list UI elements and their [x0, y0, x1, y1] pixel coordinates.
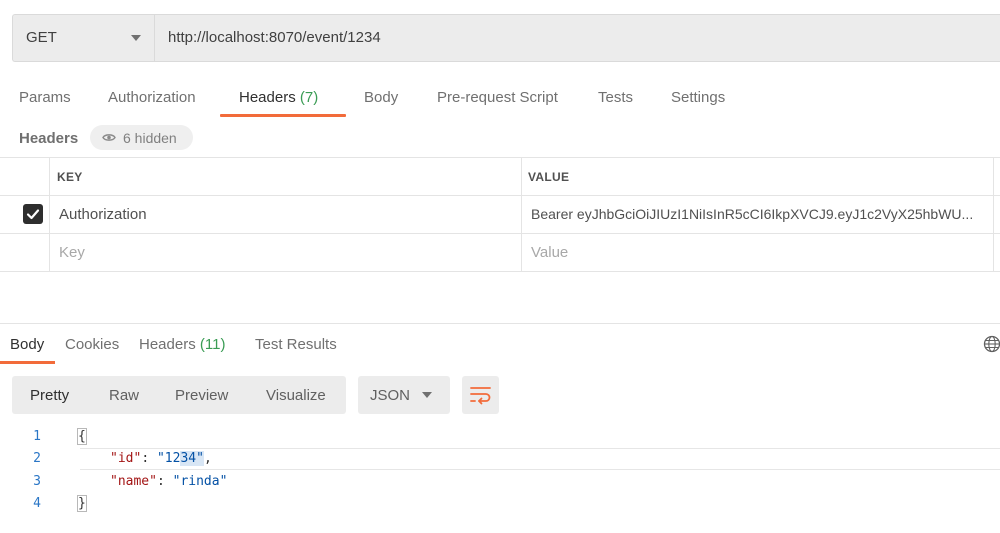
tab-headers-label: Headers — [239, 89, 296, 106]
format-label: JSON — [370, 387, 411, 404]
line-number: 1 — [33, 429, 41, 444]
json-key: "name" — [110, 474, 157, 489]
table-col-divider — [993, 157, 994, 272]
globe-icon[interactable] — [983, 335, 1000, 353]
json-close-brace: } — [77, 495, 87, 512]
response-tab-test-results[interactable]: Test Results — [255, 336, 337, 353]
table-divider — [0, 157, 1000, 158]
tab-params[interactable]: Params — [19, 89, 71, 106]
json-open-brace: { — [77, 428, 87, 445]
tab-pre-request-script[interactable]: Pre-request Script — [437, 89, 558, 106]
wrap-lines-button[interactable] — [462, 376, 499, 414]
response-tab-headers[interactable]: Headers (11) — [139, 336, 225, 353]
wrap-lines-icon — [470, 387, 491, 405]
method-label: GET — [26, 29, 57, 46]
view-raw[interactable]: Raw — [109, 387, 139, 404]
header-value-cell[interactable]: Bearer eyJhbGciOiJIUzI1NiIsInR5cCI6IkpXV… — [531, 206, 987, 222]
view-visualize[interactable]: Visualize — [266, 387, 326, 404]
json-value-part: "12 — [156, 451, 181, 466]
active-response-tab-indicator — [0, 361, 55, 364]
tab-tests[interactable]: Tests — [598, 89, 633, 106]
method-select[interactable]: GET — [13, 15, 155, 61]
headers-section-title: Headers — [19, 130, 79, 147]
hidden-headers-label: 6 hidden — [123, 130, 177, 146]
response-tab-headers-count: (11) — [199, 336, 226, 353]
new-value-input[interactable]: Value — [531, 244, 568, 261]
hidden-headers-toggle[interactable]: 6 hidden — [90, 125, 193, 150]
tab-authorization[interactable]: Authorization — [108, 89, 196, 106]
eye-icon — [102, 134, 116, 141]
json-line-id[interactable]: "id": "1234", — [110, 451, 212, 466]
header-key-cell[interactable]: Authorization — [59, 206, 147, 223]
chevron-down-icon — [422, 392, 432, 398]
table-divider — [0, 271, 1000, 272]
line-number: 4 — [33, 496, 41, 511]
tab-headers[interactable]: Headers (7) — [239, 89, 318, 106]
response-tab-cookies[interactable]: Cookies — [65, 336, 119, 353]
table-col-divider — [49, 157, 50, 272]
format-select[interactable]: JSON — [358, 376, 450, 414]
json-selected-value: 34" — [180, 451, 204, 466]
column-header-key: KEY — [57, 170, 83, 184]
line-number: 3 — [33, 474, 41, 489]
tab-settings[interactable]: Settings — [671, 89, 725, 106]
column-header-value: VALUE — [528, 170, 570, 184]
json-value: "rinda" — [172, 474, 228, 489]
url-input[interactable]: http://localhost:8070/event/1234 — [168, 29, 381, 46]
response-tab-body[interactable]: Body — [10, 336, 44, 353]
new-key-input[interactable]: Key — [59, 244, 85, 261]
table-divider — [0, 195, 1000, 196]
line-number: 2 — [33, 451, 41, 466]
view-mode-selector: Pretty Raw Preview Visualize — [12, 376, 346, 414]
table-col-divider — [521, 157, 522, 272]
tab-body[interactable]: Body — [364, 89, 398, 106]
current-line-highlight — [80, 448, 1000, 470]
json-key: "id" — [110, 451, 142, 466]
chevron-down-icon — [131, 35, 141, 41]
table-divider — [0, 233, 1000, 234]
view-pretty[interactable]: Pretty — [30, 387, 69, 404]
response-tab-headers-label: Headers — [139, 336, 196, 353]
active-tab-indicator — [220, 114, 346, 117]
response-divider — [0, 323, 1000, 324]
view-preview[interactable]: Preview — [175, 387, 228, 404]
json-line-name[interactable]: "name": "rinda" — [110, 474, 227, 489]
checkbox-checked-icon[interactable] — [23, 204, 43, 224]
request-bar: GET http://localhost:8070/event/1234 — [12, 14, 1000, 62]
tab-headers-count: (7) — [299, 89, 319, 106]
